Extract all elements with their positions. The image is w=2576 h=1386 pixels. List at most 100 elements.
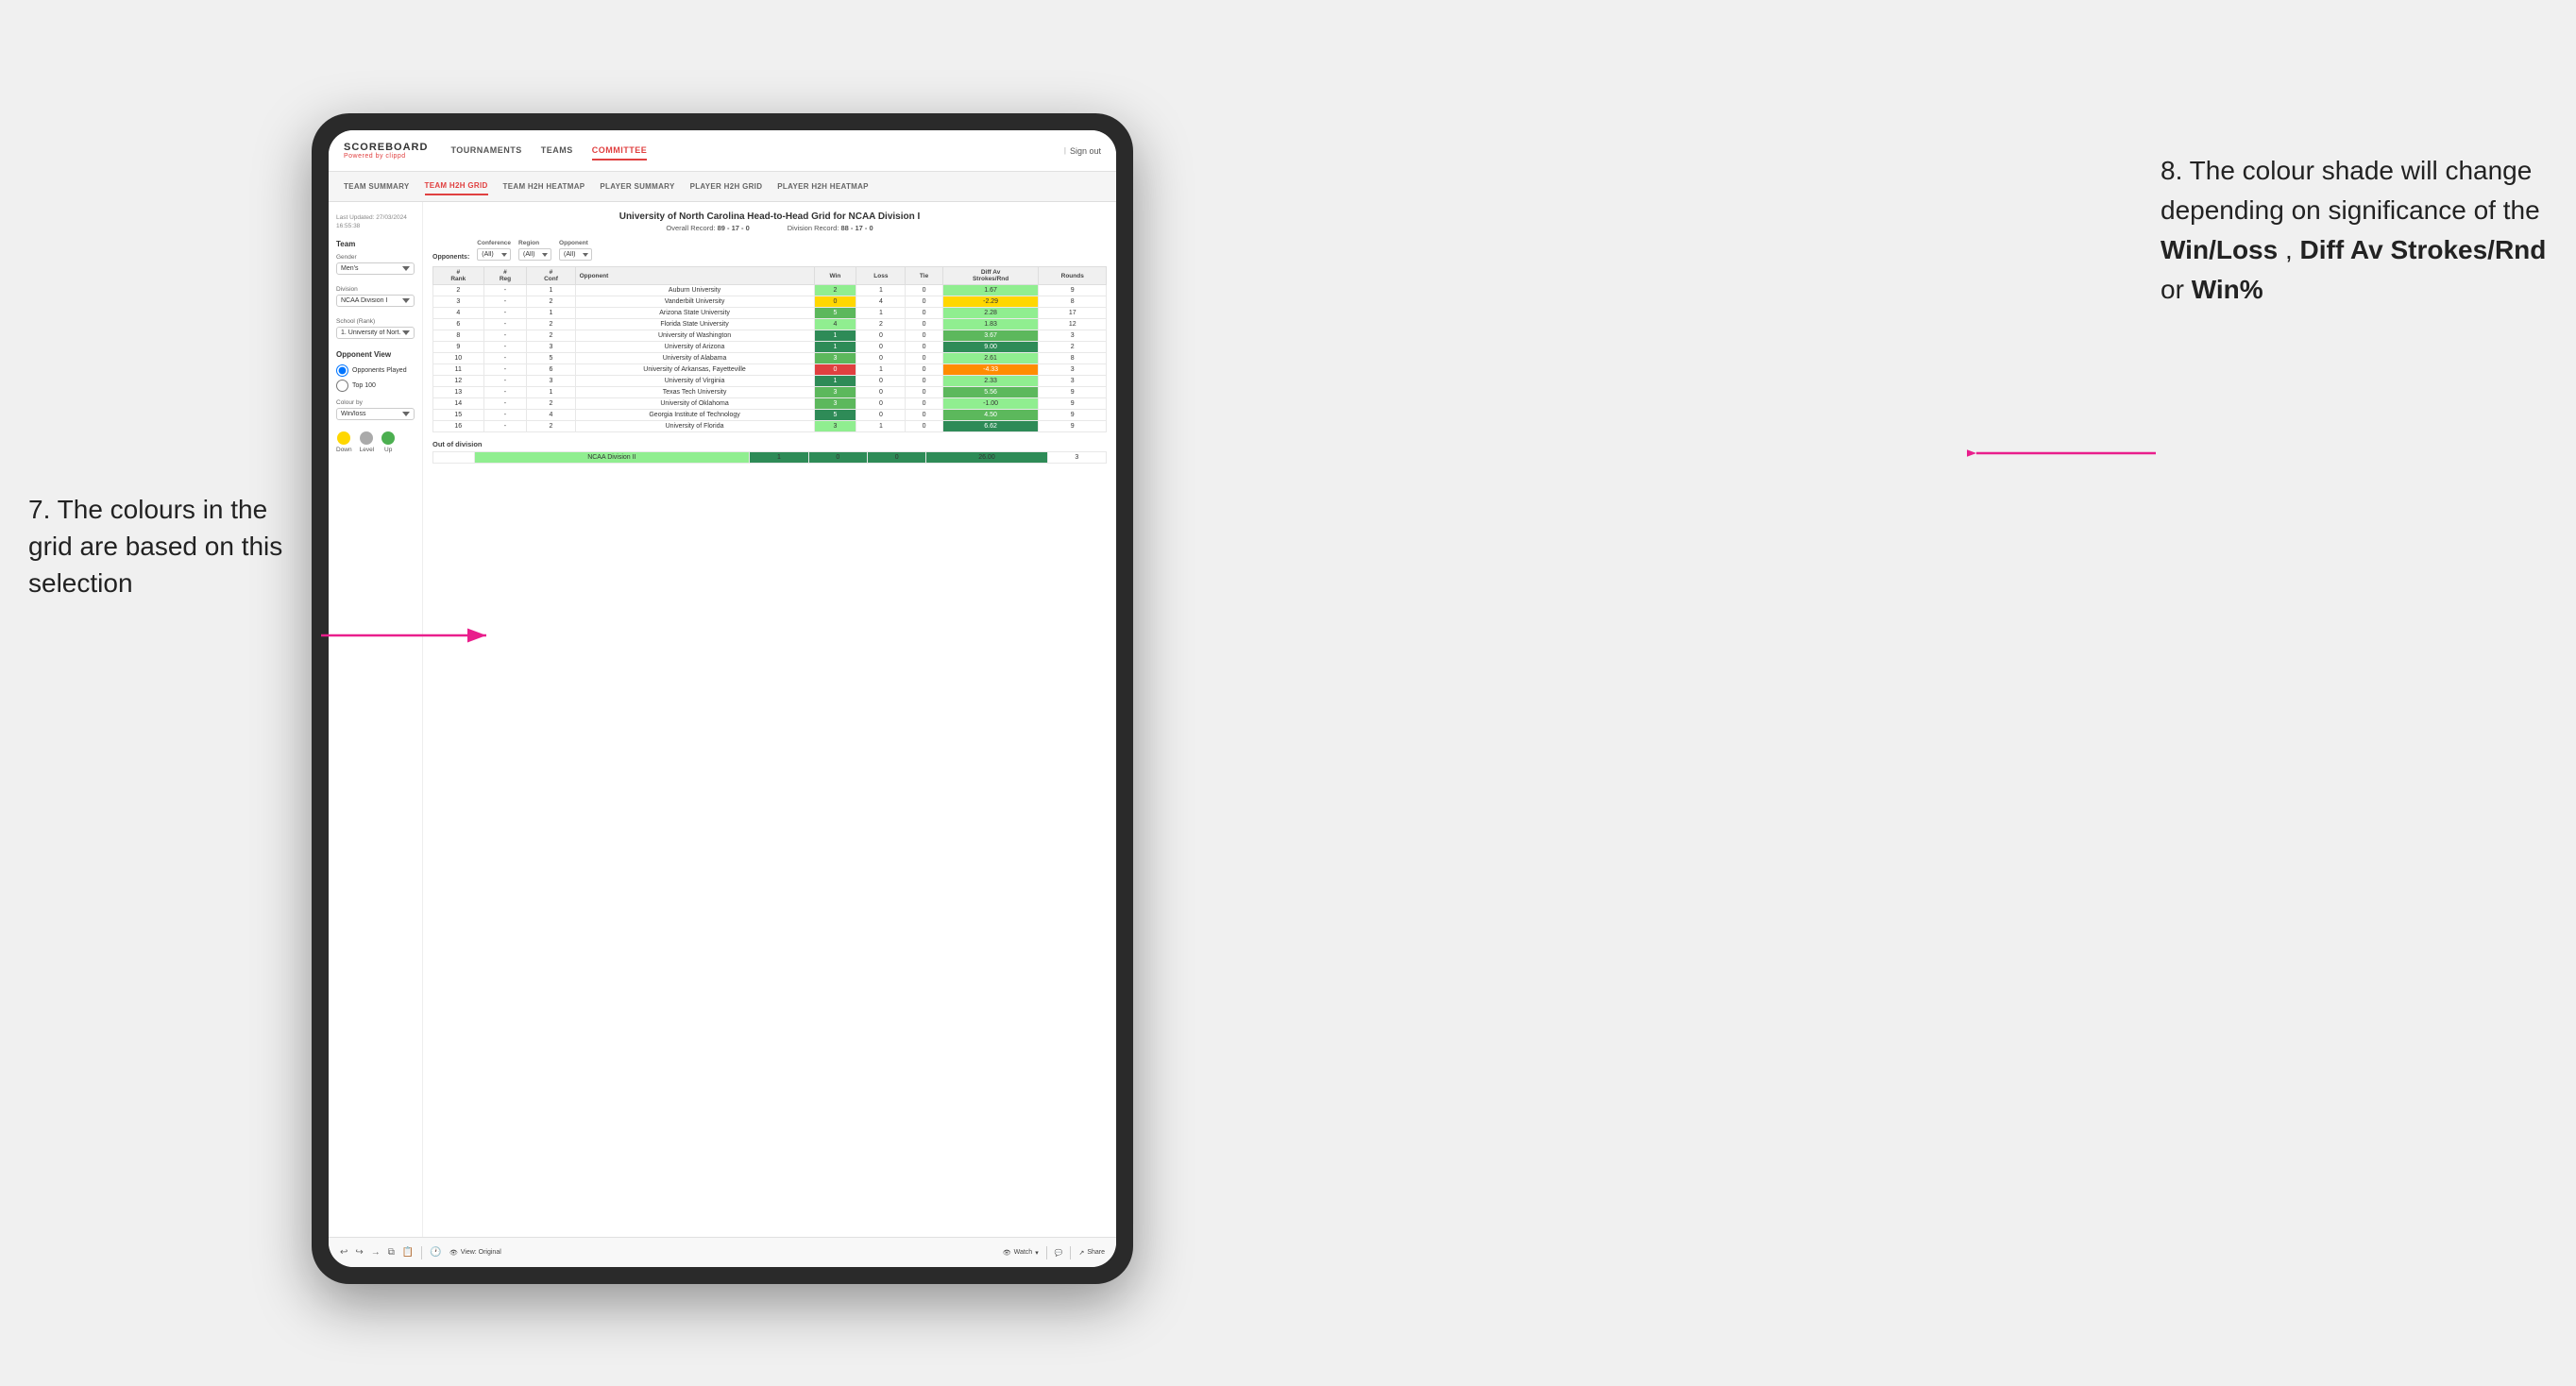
cell-rounds: 2 bbox=[1039, 342, 1107, 353]
annotation-left: 7. The colours in the grid are based on … bbox=[28, 491, 293, 602]
table-row: 10 - 5 University of Alabama 3 0 0 2.61 … bbox=[433, 353, 1107, 364]
col-rank: #Rank bbox=[433, 267, 484, 285]
cell-opponent: Arizona State University bbox=[575, 308, 814, 319]
conf-select[interactable]: (All) bbox=[477, 248, 511, 261]
subnav-player-h2h-grid[interactable]: PLAYER H2H GRID bbox=[690, 178, 763, 194]
radio-top100[interactable]: Top 100 bbox=[336, 380, 415, 392]
level-dot bbox=[360, 431, 373, 445]
school-label: School (Rank) bbox=[336, 318, 415, 325]
color-legend: Down Level Up bbox=[336, 431, 415, 453]
cell-tie: 0 bbox=[906, 342, 942, 353]
up-label: Up bbox=[381, 447, 395, 453]
team-label: Team bbox=[336, 240, 415, 248]
annotation-bold3: Win% bbox=[2192, 275, 2263, 304]
cell-win: 3 bbox=[814, 353, 856, 364]
watch-btn[interactable]: 👁 Watch ▾ bbox=[1003, 1249, 1039, 1257]
undo-icon[interactable]: ↩ bbox=[340, 1247, 347, 1258]
cell-loss: 4 bbox=[856, 296, 906, 308]
cell-rank: 4 bbox=[433, 308, 484, 319]
copy-icon[interactable]: ⧉ bbox=[388, 1247, 395, 1258]
cell-loss: 1 bbox=[856, 364, 906, 376]
cell-reg: - bbox=[483, 376, 527, 387]
logo: SCOREBOARD bbox=[344, 142, 428, 153]
cell-reg: - bbox=[483, 353, 527, 364]
col-opponent: Opponent bbox=[575, 267, 814, 285]
cell-diff: -2.29 bbox=[942, 296, 1039, 308]
cell-tie: 0 bbox=[906, 296, 942, 308]
cell-diff: 2.33 bbox=[942, 376, 1039, 387]
cell-tie: 0 bbox=[906, 330, 942, 342]
cell-opponent: Texas Tech University bbox=[575, 387, 814, 398]
cell-conf: 2 bbox=[527, 296, 575, 308]
sidebar: Last Updated: 27/03/2024 16:55:38 Team G… bbox=[329, 202, 423, 1237]
overall-record: Overall Record: 89 - 17 - 0 bbox=[666, 224, 749, 232]
cell-rounds: 9 bbox=[1039, 387, 1107, 398]
paste-icon[interactable]: 📋 bbox=[402, 1247, 414, 1258]
col-tie: Tie bbox=[906, 267, 942, 285]
cell-reg: - bbox=[483, 364, 527, 376]
subnav-player-summary[interactable]: PLAYER SUMMARY bbox=[600, 178, 674, 194]
radio-opponents-played[interactable]: Opponents Played bbox=[336, 364, 415, 377]
school-select[interactable]: 1. University of Nort... bbox=[336, 327, 415, 339]
col-rounds: Rounds bbox=[1039, 267, 1107, 285]
radio-group: Opponents Played Top 100 bbox=[336, 364, 415, 392]
region-select[interactable]: (All) bbox=[518, 248, 551, 261]
conference-filter: Conference (All) bbox=[477, 240, 511, 261]
cell-reg: - bbox=[483, 296, 527, 308]
cell-opponent: Auburn University bbox=[575, 285, 814, 296]
cell-rounds: 8 bbox=[1039, 296, 1107, 308]
subnav-team-summary[interactable]: TEAM SUMMARY bbox=[344, 178, 410, 194]
top-nav: SCOREBOARD Powered by clippd TOURNAMENTS… bbox=[329, 130, 1116, 172]
nav-committee[interactable]: COMMITTEE bbox=[592, 142, 648, 161]
cell-tie: 0 bbox=[906, 421, 942, 432]
nav-links: TOURNAMENTS TEAMS COMMITTEE bbox=[450, 142, 1063, 161]
conf-label: Conference bbox=[477, 240, 511, 246]
subnav-player-h2h-heatmap[interactable]: PLAYER H2H HEATMAP bbox=[777, 178, 869, 194]
nav-teams[interactable]: TEAMS bbox=[541, 142, 573, 161]
cell-win: 0 bbox=[814, 296, 856, 308]
cell-conf: 3 bbox=[527, 342, 575, 353]
table-row: 16 - 2 University of Florida 3 1 0 6.62 … bbox=[433, 421, 1107, 432]
cell-opponent: University of Washington bbox=[575, 330, 814, 342]
division-select[interactable]: NCAA Division I bbox=[336, 295, 415, 307]
filter-row: Opponents: Conference (All) Region (All) bbox=[432, 240, 1107, 261]
cell-tie: 0 bbox=[906, 285, 942, 296]
opponent-select[interactable]: (All) bbox=[559, 248, 592, 261]
cell-tie: 0 bbox=[906, 398, 942, 410]
redo-icon[interactable]: ↪ bbox=[355, 1247, 363, 1258]
comment-btn[interactable]: 💬 bbox=[1055, 1249, 1063, 1257]
cell-diff: 6.62 bbox=[942, 421, 1039, 432]
cell-rounds: 8 bbox=[1039, 353, 1107, 364]
cell-loss: 0 bbox=[856, 398, 906, 410]
subnav-team-h2h-grid[interactable]: TEAM H2H GRID bbox=[425, 177, 488, 195]
toolbar-sep-2 bbox=[1046, 1246, 1047, 1259]
cell-win: 1 bbox=[814, 342, 856, 353]
cell-rank: 3 bbox=[433, 296, 484, 308]
cell-rank: 14 bbox=[433, 398, 484, 410]
colour-by-select[interactable]: Win/loss bbox=[336, 408, 415, 420]
share-btn[interactable]: ↗ Share bbox=[1078, 1249, 1105, 1257]
table-row: 6 - 2 Florida State University 4 2 0 1.8… bbox=[433, 319, 1107, 330]
sign-out-link[interactable]: Sign out bbox=[1070, 146, 1101, 156]
toolbar-sep-1 bbox=[421, 1246, 422, 1259]
grid-records: Overall Record: 89 - 17 - 0 Division Rec… bbox=[432, 224, 1107, 232]
level-label: Level bbox=[360, 447, 375, 453]
region-label: Region bbox=[518, 240, 551, 246]
cell-tie: 0 bbox=[906, 376, 942, 387]
view-original-btn[interactable]: 👁 View: Original bbox=[449, 1249, 501, 1257]
cell-rounds: 9 bbox=[1039, 410, 1107, 421]
forward-icon[interactable]: → bbox=[371, 1247, 381, 1258]
annotation-right-intro: The colour shade will change depending o… bbox=[2161, 156, 2540, 225]
table-row: 4 - 1 Arizona State University 5 1 0 2.2… bbox=[433, 308, 1107, 319]
clock-icon: 🕐 bbox=[430, 1247, 441, 1258]
cell-conf: 1 bbox=[527, 387, 575, 398]
cell-win: 1 bbox=[814, 330, 856, 342]
cell-rank: 9 bbox=[433, 342, 484, 353]
subnav-team-h2h-heatmap[interactable]: TEAM H2H HEATMAP bbox=[503, 178, 585, 194]
division-group: Division NCAA Division I bbox=[336, 286, 415, 311]
cell-rounds: 12 bbox=[1039, 319, 1107, 330]
down-label: Down bbox=[336, 447, 352, 453]
out-div-name: NCAA Division II bbox=[474, 452, 750, 464]
nav-tournaments[interactable]: TOURNAMENTS bbox=[450, 142, 521, 161]
gender-select[interactable]: Men's bbox=[336, 262, 415, 275]
